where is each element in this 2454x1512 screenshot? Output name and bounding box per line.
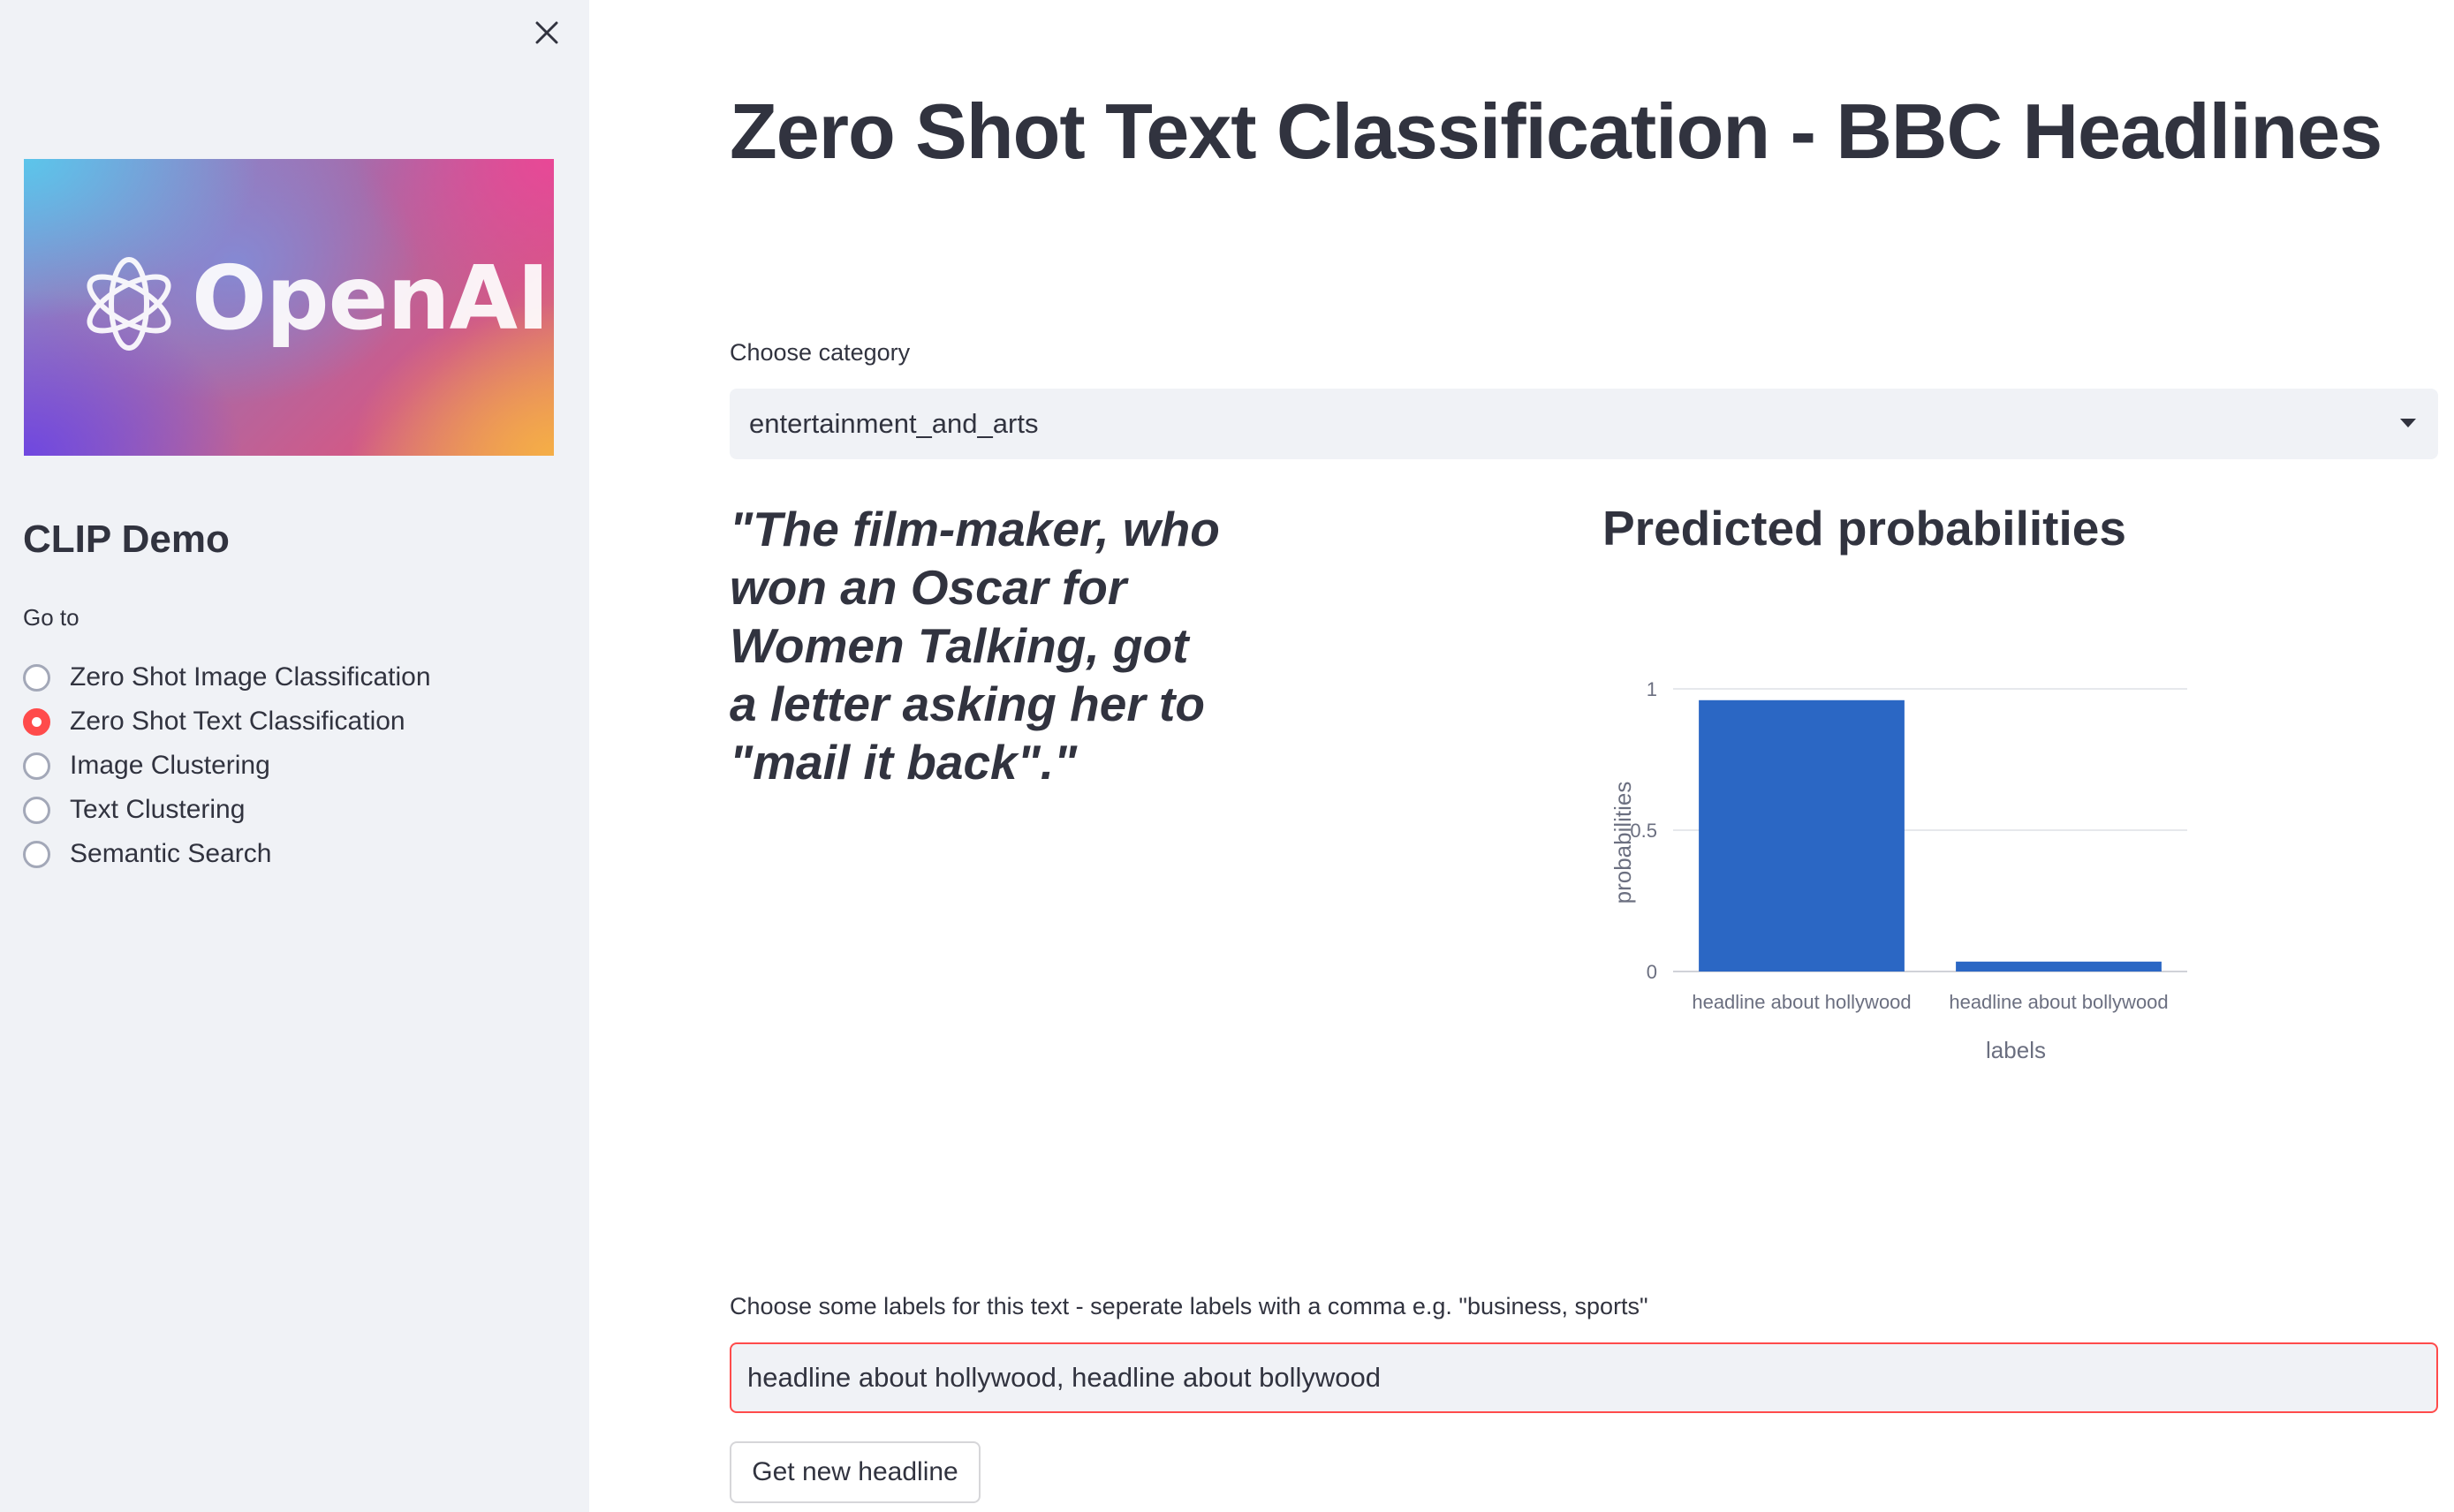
nav-item-semantic-search[interactable]: Semantic Search <box>23 832 431 876</box>
nav-item-label: Zero Shot Image Classification <box>70 662 431 692</box>
radio-button-selected[interactable] <box>23 707 50 736</box>
nav-item-label: Text Clustering <box>70 795 246 824</box>
bar-headline-about-hollywood[interactable] <box>1699 699 1905 971</box>
radio-button[interactable] <box>23 752 50 780</box>
nav-item-zero-shot-text-classification[interactable]: Zero Shot Text Classification <box>23 699 431 744</box>
x-tick-label: headline about hollywood <box>1692 991 1911 1013</box>
x-axis-label: labels <box>1986 1037 2046 1063</box>
app-title: CLIP Demo <box>23 518 230 561</box>
close-sidebar-button[interactable] <box>528 14 565 51</box>
labels-help-text: Choose some labels for this text - seper… <box>730 1293 1648 1319</box>
sidebar: OpenAI CLIP Demo Go to Zero Shot Image C… <box>0 0 589 1512</box>
probabilities-title: Predicted probabilities <box>1602 501 2126 556</box>
get-new-headline-button[interactable]: Get new headline <box>730 1441 981 1503</box>
nav-item-image-clustering[interactable]: Image Clustering <box>23 744 431 788</box>
headline-text: "The film-maker, who won an Oscar for Wo… <box>730 502 1220 790</box>
openai-logo: OpenAI <box>24 159 554 456</box>
radio-button[interactable] <box>23 663 50 692</box>
category-select[interactable]: entertainment_and_arts <box>730 389 2438 459</box>
openai-logo-text: OpenAI <box>192 246 549 350</box>
nav-item-text-clustering[interactable]: Text Clustering <box>23 788 431 832</box>
page-title: Zero Shot Text Classification - BBC Head… <box>730 87 2382 175</box>
category-label: Choose category <box>730 339 911 366</box>
openai-logo-icon <box>87 257 171 351</box>
bar-headline-about-bollywood[interactable] <box>1956 961 2162 971</box>
nav-item-zero-shot-image-classification[interactable]: Zero Shot Image Classification <box>23 655 431 699</box>
y-tick-label: 0 <box>1647 961 1657 983</box>
goto-label: Go to <box>23 604 80 631</box>
x-tick-label: headline about bollywood <box>1949 991 2168 1013</box>
radio-button[interactable] <box>23 796 50 824</box>
close-icon <box>535 21 558 44</box>
radio-button[interactable] <box>23 840 50 868</box>
probabilities-bar-chart: 00.51 headline about hollywood headline a… <box>1609 678 2187 1063</box>
y-tick-label: 1 <box>1647 678 1657 700</box>
nav-item-label: Zero Shot Text Classification <box>70 707 405 736</box>
category-select-value: entertainment_and_arts <box>749 408 1039 439</box>
nav-item-label: Image Clustering <box>70 751 270 780</box>
nav-radio-group: Zero Shot Image Classification Zero Shot… <box>23 655 431 876</box>
chevron-down-icon <box>2400 419 2416 427</box>
nav-item-label: Semantic Search <box>70 839 272 868</box>
y-axis-label: probabilities <box>1609 782 1636 904</box>
labels-input[interactable] <box>730 1342 2438 1413</box>
